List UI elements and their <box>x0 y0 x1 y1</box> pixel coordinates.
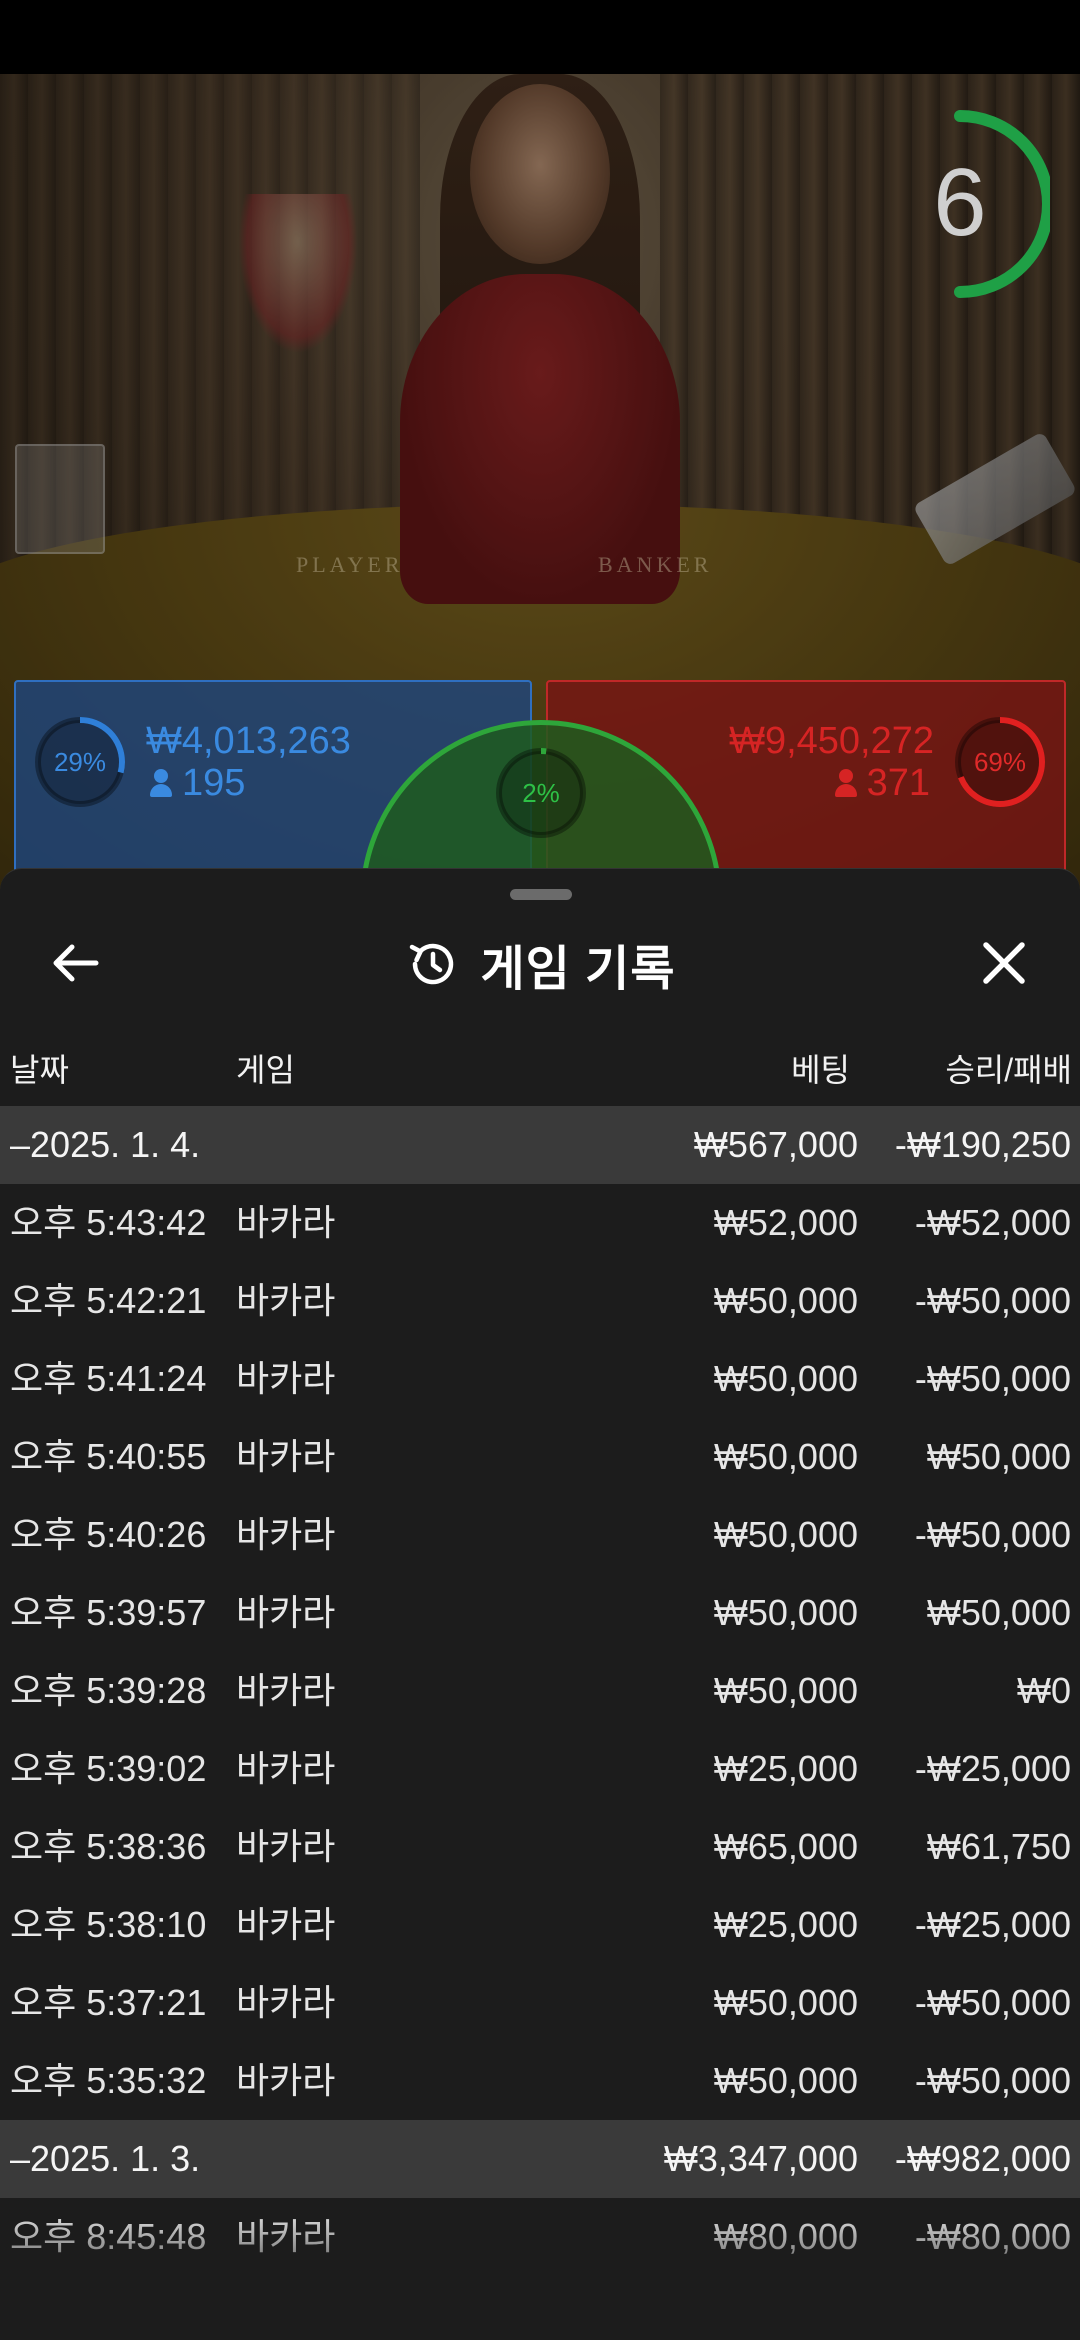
date-group-header[interactable]: –2025. 1. 3. ₩3,347,000 -₩982,000 <box>0 2120 1080 2198</box>
group-total-bet: ₩567,000 <box>693 1124 858 1165</box>
row-time: 오후 5:38:10 <box>10 1904 207 1945</box>
row-game: 바카라 <box>236 1202 336 1243</box>
column-header-bet[interactable]: 베팅 <box>791 1045 850 1091</box>
banker-bettors-value: 371 <box>866 762 930 804</box>
tie-percent: 2% <box>522 778 560 808</box>
banker-bettor-count: 371 <box>834 762 930 805</box>
group-total-bet: ₩3,347,000 <box>663 2138 858 2179</box>
row-time: 오후 5:42:21 <box>10 1280 207 1321</box>
row-game: 바카라 <box>236 1904 336 1945</box>
row-bet: ₩50,000 <box>713 1280 858 1321</box>
row-time: 오후 5:39:57 <box>10 1592 207 1633</box>
row-result: -₩52,000 <box>914 1202 1071 1243</box>
row-game: 바카라 <box>236 1826 336 1867</box>
sheet-title: 게임 기록 <box>480 943 676 996</box>
group-total-result: -₩982,000 <box>894 2138 1071 2179</box>
row-time: 오후 5:43:42 <box>10 1202 207 1243</box>
history-row[interactable]: 오후 5:40:26 바카라 ₩50,000 -₩50,000 <box>0 1496 1080 1574</box>
history-row[interactable]: 오후 5:43:42 바카라 ₩52,000 -₩52,000 <box>0 1184 1080 1262</box>
history-row[interactable]: 오후 5:40:55 바카라 ₩50,000 ₩50,000 <box>0 1418 1080 1496</box>
history-row[interactable]: 오후 5:39:57 바카라 ₩50,000 ₩50,000 <box>0 1574 1080 1652</box>
user-icon <box>150 769 172 797</box>
row-game: 바카라 <box>236 1982 336 2023</box>
row-result: ₩50,000 <box>926 1436 1071 1477</box>
history-list[interactable]: –2025. 1. 4. ₩567,000 -₩190,250 오후 5:43:42 바… <box>0 1106 1080 2276</box>
row-game: 바카라 <box>236 1436 336 1477</box>
game-history-sheet: 게임 기록 날짜 게임 베팅 승리/패배 –2025. 1. 4. ₩567,00… <box>0 868 1080 2340</box>
row-bet: ₩25,000 <box>713 1748 858 1789</box>
row-bet: ₩50,000 <box>713 1514 858 1555</box>
date-group-header[interactable]: –2025. 1. 4. ₩567,000 -₩190,250 <box>0 1106 1080 1184</box>
row-game: 바카라 <box>236 2060 336 2101</box>
banker-bet-amount: ₩9,450,272 <box>729 720 934 762</box>
row-bet: ₩65,000 <box>713 1826 858 1867</box>
row-bet: ₩25,000 <box>713 1904 858 1945</box>
sheet-drag-handle[interactable] <box>510 889 572 900</box>
banker-percent: 69% <box>973 747 1027 777</box>
history-row[interactable]: 오후 5:41:24 바카라 ₩50,000 -₩50,000 <box>0 1340 1080 1418</box>
group-total-result: -₩190,250 <box>894 1124 1071 1165</box>
row-result: ₩61,750 <box>926 1826 1071 1867</box>
row-result: ₩0 <box>1017 1670 1071 1711</box>
row-result: -₩50,000 <box>914 1358 1071 1399</box>
row-bet: ₩50,000 <box>713 1592 858 1633</box>
row-time: 오후 5:40:26 <box>10 1514 207 1555</box>
row-time: 오후 5:38:36 <box>10 1826 207 1867</box>
group-date: –2025. 1. 3. <box>10 2138 201 2179</box>
row-result: -₩25,000 <box>914 1904 1071 1945</box>
row-time: 오후 5:39:28 <box>10 1670 207 1711</box>
row-result: -₩50,000 <box>914 1514 1071 1555</box>
row-game: 바카라 <box>236 1748 336 1789</box>
row-time: 오후 5:37:21 <box>10 1982 207 2023</box>
row-time: 오후 5:41:24 <box>10 1358 207 1399</box>
row-bet: ₩50,000 <box>713 1670 858 1711</box>
row-bet: ₩52,000 <box>713 1202 858 1243</box>
row-bet: ₩50,000 <box>713 2060 858 2101</box>
row-result: ₩50,000 <box>926 1592 1071 1633</box>
history-icon <box>409 943 453 985</box>
history-row[interactable]: 오후 5:38:36 바카라 ₩65,000 ₩61,750 <box>0 1808 1080 1886</box>
player-percent: 29% <box>53 747 107 777</box>
history-row[interactable]: 오후 5:39:28 바카라 ₩50,000 ₩0 <box>0 1652 1080 1730</box>
round-timer: 6 <box>900 110 1054 300</box>
row-time: 오후 5:35:32 <box>10 2060 207 2101</box>
sheet-header: 게임 기록 <box>0 929 1080 999</box>
history-row[interactable]: 오후 5:35:32 바카라 ₩50,000 -₩50,000 <box>0 2042 1080 2120</box>
row-game: 바카라 <box>236 1670 336 1711</box>
row-bet: ₩50,000 <box>713 1358 858 1399</box>
history-row[interactable]: 오후 5:39:02 바카라 ₩25,000 -₩25,000 <box>0 1730 1080 1808</box>
player-bettor-count: 195 <box>150 762 245 805</box>
player-percent-ring: 29% <box>32 714 128 810</box>
group-date: –2025. 1. 4. <box>10 1124 201 1165</box>
column-header-date[interactable]: 날짜 <box>10 1045 69 1091</box>
row-result: -₩50,000 <box>914 2060 1071 2101</box>
history-row[interactable]: 오후 5:37:21 바카라 ₩50,000 -₩50,000 <box>0 1964 1080 2042</box>
column-header-game[interactable]: 게임 <box>236 1045 295 1091</box>
row-game: 바카라 <box>236 1514 336 1555</box>
timer-count: 6 <box>933 149 987 256</box>
row-game: 바카라 <box>236 1358 336 1399</box>
banker-percent-ring: 69% <box>952 714 1048 810</box>
row-result: -₩50,000 <box>914 1982 1071 2023</box>
row-bet: ₩50,000 <box>713 1982 858 2023</box>
history-row[interactable]: 오후 5:38:10 바카라 ₩25,000 -₩25,000 <box>0 1886 1080 1964</box>
close-icon <box>983 942 1025 984</box>
history-row[interactable]: 오후 5:42:21 바카라 ₩50,000 -₩50,000 <box>0 1262 1080 1340</box>
row-bet: ₩50,000 <box>713 1436 858 1477</box>
close-button[interactable] <box>972 931 1036 995</box>
row-time: 오후 5:39:02 <box>10 1748 207 1789</box>
user-icon <box>834 769 857 797</box>
column-header-result[interactable]: 승리/패배 <box>945 1045 1072 1091</box>
row-time: 오후 5:40:55 <box>10 1436 207 1477</box>
row-game: 바카라 <box>236 1280 336 1321</box>
tie-percent-ring: 2% <box>493 745 589 841</box>
row-game: 바카라 <box>236 1592 336 1633</box>
player-bet-amount: ₩4,013,263 <box>146 720 351 762</box>
row-result: -₩25,000 <box>914 1748 1071 1789</box>
row-result: -₩50,000 <box>914 1280 1071 1321</box>
player-bettors-value: 195 <box>182 762 246 804</box>
